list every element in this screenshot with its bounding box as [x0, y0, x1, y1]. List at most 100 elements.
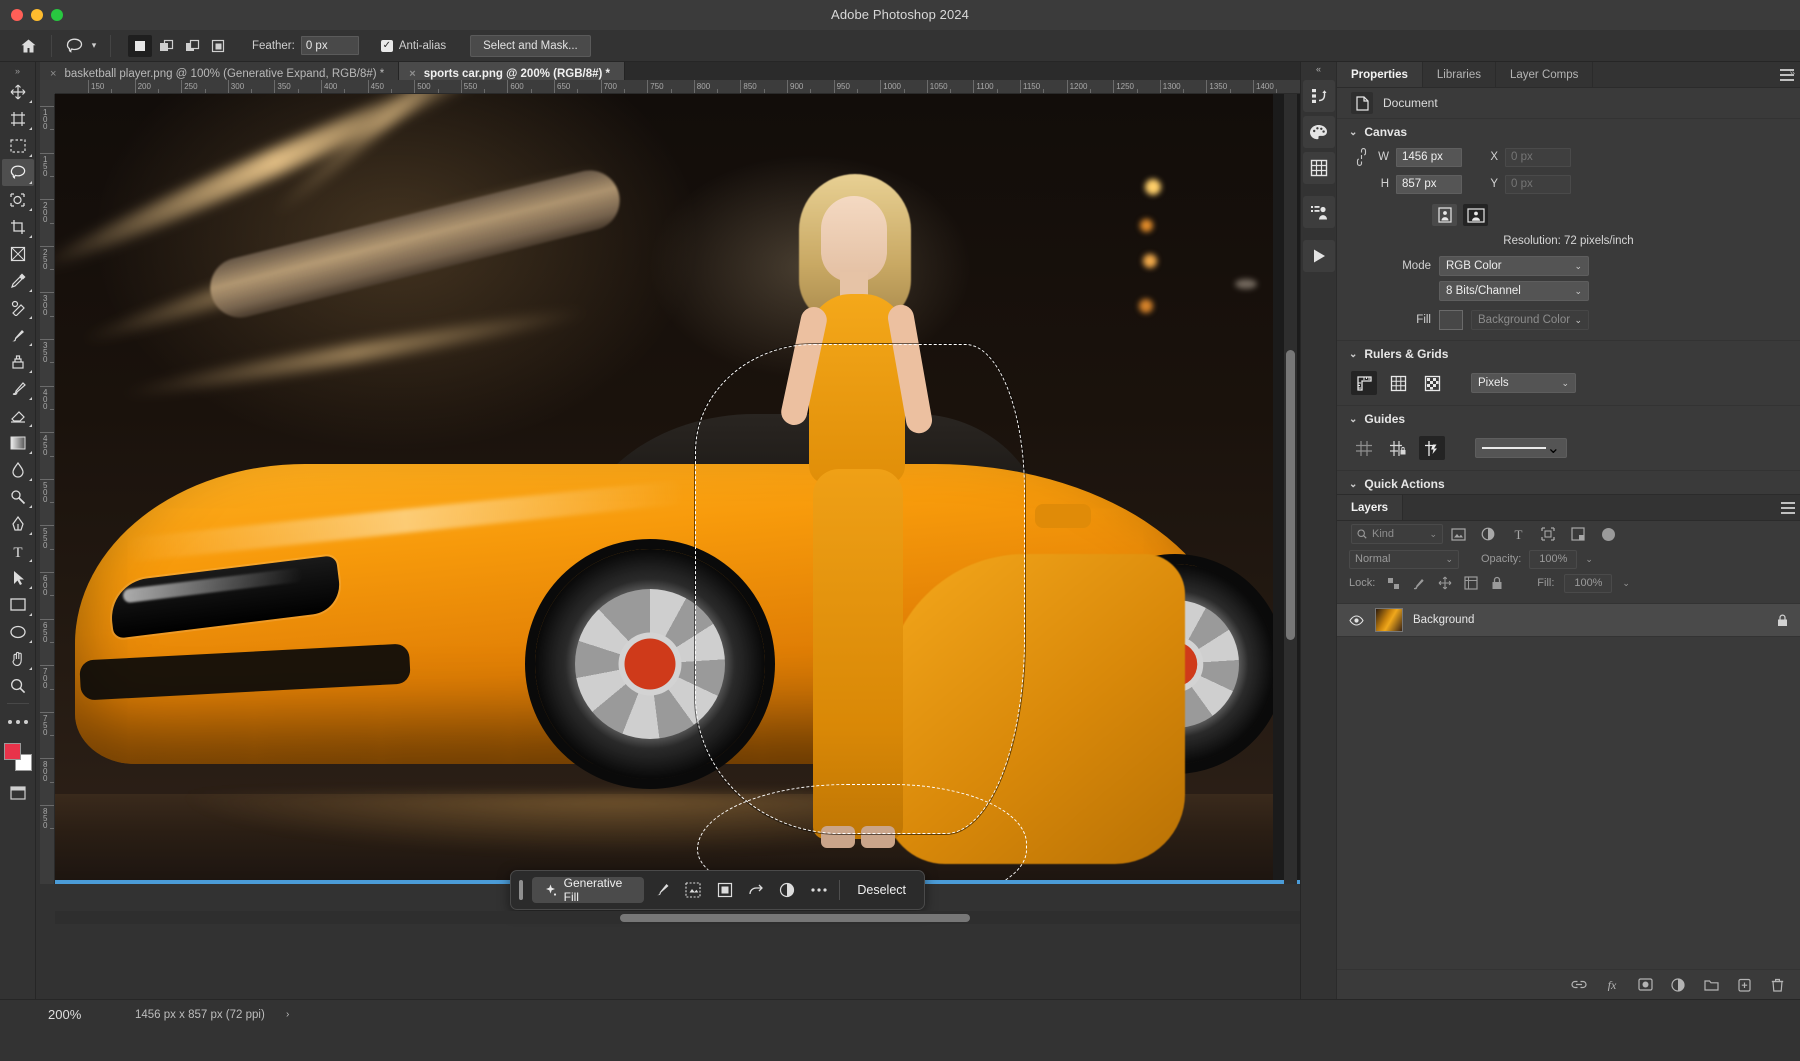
spot-healing-brush-tool-icon[interactable] [2, 294, 34, 321]
double-chevron-right-icon[interactable]: » [1789, 68, 1795, 79]
fill-type-select[interactable]: Background Color ⌄ [1471, 310, 1589, 330]
brush-tool-icon[interactable] [2, 321, 34, 348]
crop-tool-icon[interactable] [2, 213, 34, 240]
anti-alias-checkbox[interactable]: ✓ Anti-alias [380, 39, 446, 52]
foreground-color-swatch[interactable] [3, 743, 21, 760]
filter-smart-object-layers-icon[interactable] [1563, 523, 1593, 545]
new-selection-button[interactable] [128, 34, 152, 57]
guide-line-style-select[interactable]: ⌄ [1475, 438, 1567, 458]
rectangle-tool-icon[interactable] [2, 591, 34, 618]
type-tool-icon[interactable]: T [2, 537, 34, 564]
canvas-area[interactable] [55, 94, 1300, 884]
double-chevron-left-icon[interactable]: « [1301, 62, 1337, 76]
bit-depth-select[interactable]: 8 Bits/Channel ⌄ [1439, 281, 1589, 301]
move-tool-icon[interactable] [2, 78, 34, 105]
show-rulers-icon[interactable] [1351, 371, 1377, 395]
horizontal-scrollbar-thumb[interactable] [620, 914, 970, 922]
canvas-height-input[interactable] [1396, 174, 1462, 194]
remove-background-icon[interactable] [680, 877, 707, 903]
chevron-down-icon[interactable]: ⌄ [1349, 127, 1357, 138]
portrait-orientation-icon[interactable] [1432, 204, 1457, 226]
filter-toggle-switch[interactable] [1593, 523, 1623, 545]
select-and-mask-button[interactable]: Select and Mask... [470, 34, 591, 57]
invert-selection-icon[interactable] [742, 877, 769, 903]
lock-all-icon[interactable] [1489, 575, 1505, 591]
artboard-tool-icon[interactable] [2, 105, 34, 132]
new-layer-icon[interactable] [1736, 977, 1752, 993]
blur-tool-icon[interactable] [2, 456, 34, 483]
adjustment-layer-icon[interactable] [774, 877, 801, 903]
layer-style-fx-icon[interactable]: fx [1604, 977, 1620, 993]
filter-pixel-layers-icon[interactable] [1443, 523, 1473, 545]
eye-icon[interactable] [1347, 614, 1365, 626]
lock-artboard-nesting-icon[interactable] [1463, 575, 1479, 591]
new-fill-adjustment-layer-icon[interactable] [1670, 977, 1686, 993]
eyedropper-tool-icon[interactable] [2, 267, 34, 294]
lock-guides-icon[interactable] [1385, 436, 1411, 460]
fill-color-swatch[interactable] [1439, 310, 1463, 330]
delete-layer-icon[interactable] [1769, 977, 1785, 993]
layer-name[interactable]: Background [1413, 614, 1763, 626]
ruler-origin[interactable] [40, 80, 55, 94]
document-image[interactable] [55, 94, 1273, 880]
dodge-tool-icon[interactable] [2, 483, 34, 510]
rulers-grids-header[interactable]: ⌄ Rulers & Grids [1337, 341, 1800, 367]
tab-properties[interactable]: Properties [1337, 62, 1423, 87]
lock-image-pixels-icon[interactable] [1411, 575, 1427, 591]
double-chevron-right-icon[interactable]: » [0, 64, 36, 78]
filter-shape-layers-icon[interactable] [1533, 523, 1563, 545]
ruler-unit-select[interactable]: Pixels ⌄ [1471, 373, 1576, 393]
rectangular-marquee-tool-icon[interactable] [2, 132, 34, 159]
table-row[interactable]: Background [1337, 603, 1800, 637]
fill-value[interactable]: 100% [1564, 573, 1613, 593]
show-guides-icon[interactable] [1351, 436, 1377, 460]
intersect-with-selection-button[interactable] [206, 35, 230, 57]
subtract-from-selection-button[interactable] [180, 35, 204, 57]
canvas-width-input[interactable] [1396, 147, 1462, 167]
chevron-down-icon[interactable]: ▾ [87, 34, 101, 58]
horizontal-scrollbar-track[interactable] [55, 911, 1300, 924]
zoom-tool-icon[interactable] [2, 672, 34, 699]
transparency-grid-icon[interactable] [1419, 371, 1445, 395]
add-to-selection-button[interactable] [154, 35, 178, 57]
close-tab-icon[interactable]: × [409, 68, 415, 80]
generative-fill-button[interactable]: Generative Fill [531, 876, 645, 904]
path-selection-tool-icon[interactable] [2, 564, 34, 591]
feather-input[interactable] [300, 36, 359, 55]
link-layers-icon[interactable] [1571, 977, 1587, 993]
vertical-scrollbar-track[interactable] [1284, 94, 1297, 884]
zoom-level[interactable]: 200% [48, 1007, 81, 1022]
canvas-y-input[interactable] [1505, 174, 1571, 194]
horizontal-ruler[interactable]: 150 200 250 300 350 400 450 500 550 600 650 700 750 8… [55, 80, 1300, 94]
add-layer-mask-icon[interactable] [1637, 977, 1653, 993]
chevron-right-icon[interactable]: › [286, 1009, 289, 1020]
chevron-down-icon[interactable]: ⌄ [1622, 578, 1630, 589]
panel-menu-icon[interactable] [1781, 502, 1795, 514]
blend-mode-select[interactable]: Normal ⌄ [1349, 549, 1459, 569]
new-group-icon[interactable] [1703, 977, 1719, 993]
frame-tool-icon[interactable] [2, 240, 34, 267]
chevron-down-icon[interactable]: ⌄ [1349, 414, 1357, 425]
link-aspect-ratio-icon[interactable] [1349, 148, 1373, 166]
lock-transparent-pixels-icon[interactable] [1385, 575, 1401, 591]
object-selection-tool-icon[interactable] [2, 186, 34, 213]
pen-tool-icon[interactable] [2, 510, 34, 537]
color-swatches[interactable] [3, 741, 33, 771]
drag-handle[interactable] [519, 880, 523, 900]
chevron-down-icon[interactable]: ⌄ [1585, 554, 1593, 565]
home-icon[interactable] [14, 34, 42, 58]
lock-position-icon[interactable] [1437, 575, 1453, 591]
grid-panel-icon[interactable] [1302, 152, 1335, 184]
layer-list[interactable]: Background [1337, 603, 1800, 933]
select-subject-brush-icon[interactable] [648, 877, 675, 903]
layer-filter-kind-select[interactable]: Kind ⌄ [1351, 524, 1443, 544]
filter-adjustment-layers-icon[interactable] [1473, 523, 1503, 545]
gradient-tool-icon[interactable] [2, 429, 34, 456]
clone-stamp-tool-icon[interactable] [2, 348, 34, 375]
canvas-section-header[interactable]: ⌄ Canvas [1337, 119, 1800, 145]
tab-layers[interactable]: Layers [1337, 495, 1404, 520]
snap-to-guides-icon[interactable] [1419, 436, 1445, 460]
canvas-x-input[interactable] [1505, 147, 1571, 167]
guides-header[interactable]: ⌄ Guides [1337, 406, 1800, 432]
more-options-icon[interactable] [805, 877, 832, 903]
